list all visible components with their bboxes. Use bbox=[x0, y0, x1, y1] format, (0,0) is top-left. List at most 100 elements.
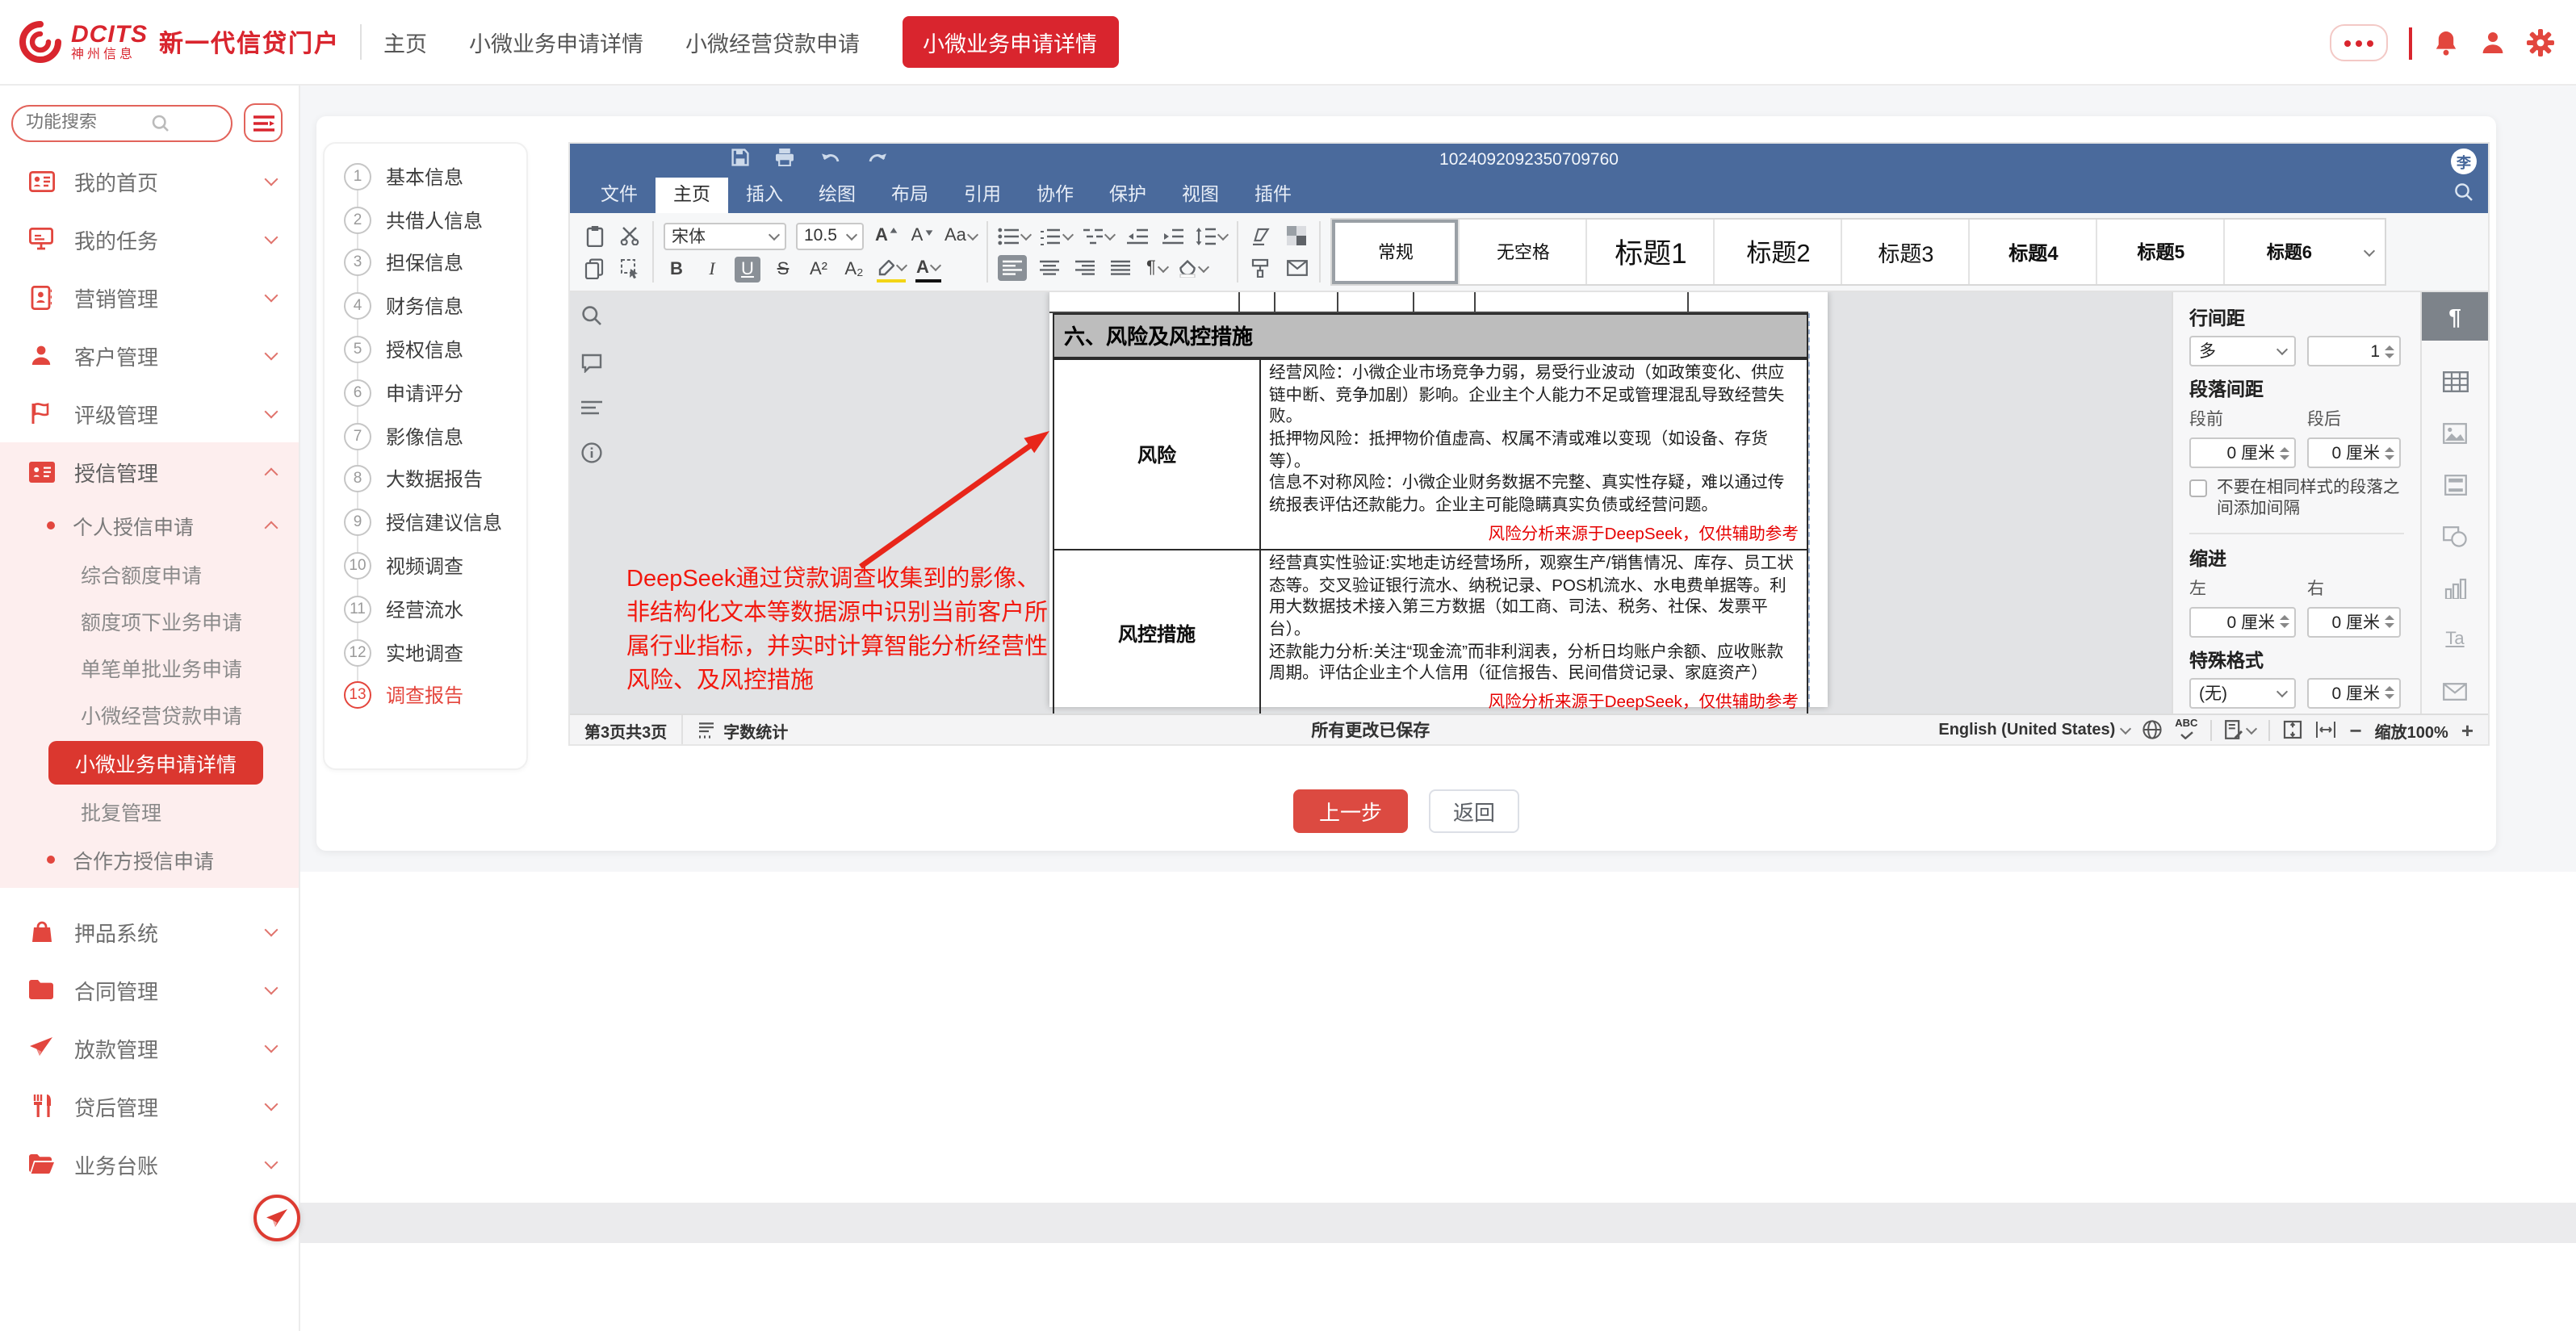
header-footer-panel-tab[interactable] bbox=[2439, 470, 2471, 499]
multilevel-list-icon[interactable] bbox=[1083, 223, 1115, 249]
sidebar-item-marketing[interactable]: 营销管理 bbox=[0, 268, 299, 326]
fit-width-icon[interactable] bbox=[2315, 722, 2336, 738]
step-item[interactable]: 8大数据报告 bbox=[325, 458, 526, 501]
sidebar-item-customers[interactable]: 客户管理 bbox=[0, 326, 299, 384]
step-item[interactable]: 2共借人信息 bbox=[325, 199, 526, 242]
paragraph-marks-icon[interactable]: ¶ bbox=[1144, 255, 1170, 281]
previous-step-button[interactable]: 上一步 bbox=[1293, 789, 1408, 833]
menu-tab-insert[interactable]: 插入 bbox=[728, 178, 801, 213]
step-item[interactable]: 11经营流水 bbox=[325, 588, 526, 631]
clear-format-icon[interactable] bbox=[1249, 223, 1275, 249]
format-painter-icon[interactable] bbox=[1249, 255, 1275, 281]
sidebar-item-single-batch[interactable]: 单笔单批业务申请 bbox=[0, 644, 299, 691]
floating-send-button[interactable] bbox=[253, 1195, 300, 1241]
italic-button[interactable]: I bbox=[699, 256, 725, 282]
special-format-select[interactable]: (无) bbox=[2189, 678, 2296, 709]
step-item[interactable]: 4财务信息 bbox=[325, 285, 526, 329]
font-color-button[interactable]: A bbox=[915, 256, 941, 282]
sidebar-item-my-home[interactable]: 我的首页 bbox=[0, 152, 299, 210]
align-center-button[interactable] bbox=[1037, 255, 1063, 281]
menu-tab-home[interactable]: 主页 bbox=[656, 178, 728, 213]
copy-icon[interactable] bbox=[581, 255, 607, 281]
chart-panel-tab[interactable] bbox=[2439, 573, 2471, 602]
step-item[interactable]: 6申请评分 bbox=[325, 371, 526, 415]
line-spacing-icon[interactable] bbox=[1196, 223, 1228, 249]
sidebar-search[interactable] bbox=[11, 104, 232, 141]
menu-tab-file[interactable]: 文件 bbox=[583, 178, 656, 213]
font-family-select[interactable]: 宋体 bbox=[664, 222, 786, 249]
bullet-list-icon[interactable] bbox=[999, 223, 1031, 249]
language-select[interactable]: English (United States) bbox=[1938, 721, 2130, 739]
underline-button[interactable]: U bbox=[735, 256, 760, 282]
strikethrough-button[interactable]: S bbox=[770, 256, 796, 282]
menu-tab-references[interactable]: 引用 bbox=[946, 178, 1019, 213]
notifications-bell-icon[interactable] bbox=[2432, 29, 2458, 57]
sidebar-item-contracts[interactable]: 合同管理 bbox=[0, 961, 299, 1019]
page-indicator[interactable]: 第3页共3页 bbox=[570, 714, 683, 745]
settings-gear-icon[interactable] bbox=[2526, 29, 2553, 57]
menu-collapse-button[interactable] bbox=[244, 103, 283, 142]
sidebar-item-credit-management[interactable]: 授信管理 bbox=[0, 442, 299, 500]
step-item[interactable]: 7影像信息 bbox=[325, 415, 526, 458]
indent-right-input[interactable]: 0 厘米 bbox=[2307, 607, 2401, 638]
zoom-level[interactable]: 缩放100% bbox=[2375, 718, 2448, 742]
paragraph-panel-tab-active[interactable]: ¶ bbox=[2421, 292, 2488, 341]
shading-icon[interactable] bbox=[1179, 255, 1208, 281]
special-format-amount[interactable]: 0 厘米 bbox=[2307, 678, 2401, 709]
search-input[interactable] bbox=[26, 113, 152, 132]
bold-button[interactable]: B bbox=[664, 256, 689, 282]
comments-icon[interactable] bbox=[580, 354, 601, 373]
menu-tab-plugins[interactable]: 插件 bbox=[1237, 178, 1309, 213]
grow-font-icon[interactable]: A bbox=[873, 223, 899, 249]
step-item-current[interactable]: 13调查报告 bbox=[325, 674, 526, 718]
style-heading5[interactable]: 标题5 bbox=[2098, 220, 2226, 284]
line-spacing-value[interactable]: 1 bbox=[2307, 336, 2401, 366]
sidebar-item-my-tasks[interactable]: 我的任务 bbox=[0, 210, 299, 268]
sidebar-item-collateral[interactable]: 押品系统 bbox=[0, 902, 299, 961]
sidebar-item-rating[interactable]: 评级管理 bbox=[0, 384, 299, 442]
change-case-icon[interactable]: Aa bbox=[945, 223, 978, 249]
style-heading1[interactable]: 标题1 bbox=[1588, 220, 1715, 284]
return-button[interactable]: 返回 bbox=[1429, 789, 1519, 833]
globe-icon[interactable] bbox=[2142, 720, 2162, 739]
step-item[interactable]: 10视频调查 bbox=[325, 544, 526, 588]
nav-tab-micro-loan-apply[interactable]: 小微经营贷款申请 bbox=[685, 26, 860, 58]
indent-left-input[interactable]: 0 厘米 bbox=[2189, 607, 2296, 638]
style-normal[interactable]: 常规 bbox=[1333, 220, 1460, 284]
highlight-pen-icon[interactable] bbox=[877, 256, 906, 282]
step-item[interactable]: 9授信建议信息 bbox=[325, 501, 526, 545]
style-heading2[interactable]: 标题2 bbox=[1715, 220, 1843, 284]
space-before-input[interactable]: 0 厘米 bbox=[2189, 437, 2296, 468]
document-page[interactable]: 六、风险及风控措施 风险 经营风险：小微企业市场竞争力弱，易受行业波动（如政策变… bbox=[1049, 292, 1828, 707]
track-changes-icon[interactable] bbox=[2225, 720, 2256, 739]
decrease-indent-icon[interactable] bbox=[1125, 223, 1150, 249]
subscript-button[interactable]: A₂ bbox=[841, 256, 867, 282]
zoom-in-button[interactable]: + bbox=[2461, 718, 2473, 742]
style-heading6[interactable]: 标题6 bbox=[2226, 220, 2353, 284]
align-right-button[interactable] bbox=[1073, 255, 1099, 281]
justify-button[interactable] bbox=[1108, 255, 1134, 281]
shrink-font-icon[interactable]: A bbox=[909, 223, 935, 249]
color-grid-icon[interactable] bbox=[1284, 223, 1310, 249]
mail-merge-panel-tab[interactable] bbox=[2439, 676, 2471, 705]
word-count-button[interactable]: 字数统计 bbox=[683, 714, 802, 745]
nav-tab-micro-detail-active[interactable]: 小微业务申请详情 bbox=[902, 16, 1118, 68]
user-profile-icon[interactable] bbox=[2479, 29, 2505, 57]
align-left-button[interactable] bbox=[999, 255, 1028, 281]
font-size-select[interactable]: 10.5 bbox=[796, 222, 864, 249]
style-heading4[interactable]: 标题4 bbox=[1971, 220, 2098, 284]
menu-tab-layout[interactable]: 布局 bbox=[873, 178, 946, 213]
numbered-list-icon[interactable] bbox=[1041, 223, 1073, 249]
menu-tab-view[interactable]: 视图 bbox=[1164, 178, 1237, 213]
nav-tab-micro-detail[interactable]: 小微业务申请详情 bbox=[469, 26, 643, 58]
step-item[interactable]: 1基本信息 bbox=[325, 155, 526, 199]
menu-tab-collaborate[interactable]: 协作 bbox=[1019, 178, 1091, 213]
line-spacing-type-select[interactable]: 多 bbox=[2189, 336, 2296, 366]
sidebar-item-under-quota-business[interactable]: 额度项下业务申请 bbox=[0, 597, 299, 644]
outline-icon[interactable] bbox=[580, 400, 601, 415]
sidebar-item-personal-credit[interactable]: 个人授信申请 bbox=[0, 500, 299, 550]
zoom-out-button[interactable]: − bbox=[2349, 718, 2361, 742]
find-icon[interactable] bbox=[580, 305, 601, 326]
shapes-panel-tab[interactable] bbox=[2439, 521, 2471, 550]
paste-icon[interactable] bbox=[581, 223, 607, 249]
